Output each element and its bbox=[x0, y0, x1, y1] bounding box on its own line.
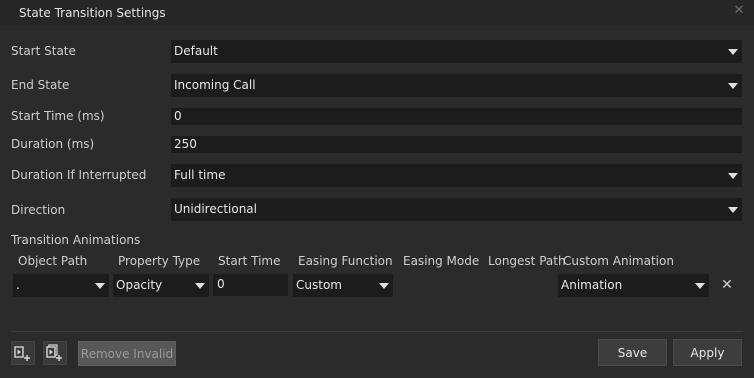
duration-interrupted-dropdown[interactable]: Full time bbox=[171, 164, 742, 187]
add-animation-icon bbox=[14, 346, 30, 361]
close-icon[interactable]: ✕ bbox=[732, 4, 746, 18]
start-state-label: Start State bbox=[11, 44, 76, 58]
chevron-down-icon bbox=[695, 282, 705, 289]
column-header-property-type: Property Type bbox=[118, 254, 201, 268]
custom-animation-value: Animation bbox=[561, 278, 623, 292]
easing-function-value: Custom bbox=[296, 278, 342, 292]
duration-input[interactable]: 250 bbox=[171, 136, 742, 153]
chevron-down-icon bbox=[195, 282, 205, 289]
column-header-custom-animation: Custom Animation bbox=[563, 254, 674, 268]
transition-animations-label: Transition Animations bbox=[11, 233, 141, 247]
chevron-down-icon bbox=[728, 172, 738, 179]
direction-dropdown[interactable]: Unidirectional bbox=[171, 198, 742, 221]
start-time-input[interactable]: 0 bbox=[171, 108, 742, 125]
chevron-down-icon bbox=[95, 282, 105, 289]
save-button[interactable]: Save bbox=[598, 339, 667, 366]
column-header-start-time: Start Time bbox=[218, 254, 281, 268]
chevron-down-icon bbox=[379, 282, 389, 289]
remove-invalid-button[interactable]: Remove Invalid bbox=[78, 341, 176, 366]
column-header-longest-path: Longest Path bbox=[488, 254, 566, 268]
property-type-dropdown[interactable]: Opacity bbox=[113, 274, 209, 297]
footer-divider bbox=[11, 331, 743, 332]
direction-label: Direction bbox=[11, 203, 66, 217]
start-time-value: 0 bbox=[174, 109, 182, 123]
object-path-dropdown[interactable]: . bbox=[13, 274, 109, 297]
column-header-object-path: Object Path bbox=[18, 254, 88, 268]
duration-value: 250 bbox=[174, 137, 197, 151]
apply-button[interactable]: Apply bbox=[673, 339, 742, 366]
end-state-dropdown[interactable]: Incoming Call bbox=[171, 74, 742, 97]
column-header-easing-mode: Easing Mode bbox=[403, 254, 480, 268]
easing-function-dropdown[interactable]: Custom bbox=[293, 274, 393, 297]
remove-row-icon[interactable]: ✕ bbox=[720, 278, 734, 292]
column-header-easing-function: Easing Function bbox=[298, 254, 393, 268]
chevron-down-icon bbox=[728, 82, 738, 89]
start-time-label: Start Time (ms) bbox=[11, 109, 105, 123]
start-state-value: Default bbox=[174, 44, 218, 58]
duration-label: Duration (ms) bbox=[11, 137, 95, 151]
duration-interrupted-label: Duration If Interrupted bbox=[11, 168, 147, 182]
add-multiple-animations-icon bbox=[46, 344, 62, 361]
duration-interrupted-value: Full time bbox=[174, 168, 226, 182]
start-state-dropdown[interactable]: Default bbox=[171, 40, 742, 63]
add-multiple-animations-button[interactable] bbox=[43, 341, 67, 365]
dialog-title: State Transition Settings bbox=[19, 6, 166, 20]
title-bar: State Transition Settings ✕ bbox=[0, 0, 754, 26]
add-animation-button[interactable] bbox=[11, 341, 35, 365]
custom-animation-dropdown[interactable]: Animation bbox=[558, 274, 709, 297]
direction-value: Unidirectional bbox=[174, 202, 257, 216]
end-state-value: Incoming Call bbox=[174, 78, 256, 92]
row-start-time-input[interactable]: 0 bbox=[213, 274, 288, 296]
chevron-down-icon bbox=[728, 48, 738, 55]
property-type-value: Opacity bbox=[116, 278, 163, 292]
chevron-down-icon bbox=[728, 206, 738, 213]
row-start-time-value: 0 bbox=[217, 277, 225, 291]
end-state-label: End State bbox=[11, 78, 70, 92]
object-path-value: . bbox=[16, 278, 20, 292]
